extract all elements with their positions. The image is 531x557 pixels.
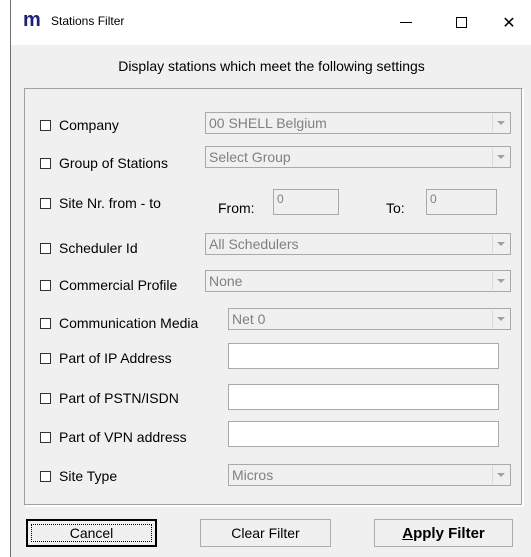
site-type-checkbox[interactable]: [40, 471, 51, 482]
title-bar[interactable]: m Stations Filter ✕: [11, 0, 531, 45]
cancel-button[interactable]: Cancel: [26, 519, 157, 547]
company-checkbox[interactable]: [40, 120, 51, 131]
company-select[interactable]: 00 SHELL Belgium: [205, 112, 511, 134]
commercial-label: Commercial Profile: [59, 277, 178, 293]
site-type-label: Site Type: [59, 468, 118, 484]
ip-label: Part of IP Address: [59, 350, 172, 366]
close-icon: ✕: [502, 14, 516, 32]
communication-select-value: Net 0: [232, 311, 266, 327]
window-title: Stations Filter: [51, 14, 125, 28]
commercial-select-value: None: [209, 273, 243, 289]
clear-filter-button-label: Clear Filter: [231, 525, 300, 541]
group-select[interactable]: Select Group: [205, 146, 511, 168]
apply-filter-button-label: Apply Filter: [402, 525, 485, 542]
filter-row-ip: Part of IP Address: [11, 343, 531, 373]
site-nr-from-value: 0: [277, 192, 284, 206]
commercial-checkbox[interactable]: [40, 280, 51, 291]
apply-filter-button[interactable]: Apply Filter: [374, 519, 513, 547]
maximize-icon: [455, 17, 467, 28]
filter-row-vpn: Part of VPN address: [11, 421, 531, 451]
apply-label-rest: pply Filter: [413, 524, 485, 542]
focus-rectangle: [31, 524, 152, 542]
maximize-button[interactable]: [438, 0, 484, 45]
site-nr-checkbox[interactable]: [40, 198, 51, 209]
vpn-label: Part of VPN address: [59, 429, 187, 445]
scheduler-checkbox[interactable]: [40, 243, 51, 254]
clear-filter-button[interactable]: Clear Filter: [200, 519, 331, 547]
site-type-select[interactable]: Micros: [228, 464, 511, 486]
minimize-icon: [400, 22, 412, 23]
pstn-input[interactable]: [228, 384, 499, 410]
filter-row-company: Company 00 SHELL Belgium: [11, 112, 531, 142]
chevron-down-icon[interactable]: [492, 235, 509, 253]
filter-row-commercial: Commercial Profile None: [11, 270, 531, 300]
filter-row-site-type: Site Type Micros: [11, 464, 531, 494]
site-type-select-value: Micros: [232, 467, 274, 483]
stations-filter-window: m Stations Filter ✕ Display stations whi…: [10, 0, 531, 557]
filter-row-pstn: Part of PSTN/ISDN: [11, 384, 531, 414]
site-nr-from-input[interactable]: 0: [273, 189, 339, 215]
group-label: Group of Stations: [59, 155, 168, 171]
app-logo-icon: m: [23, 9, 41, 31]
ip-checkbox[interactable]: [40, 353, 51, 364]
from-label: From:: [218, 200, 255, 216]
chevron-down-icon[interactable]: [492, 310, 509, 328]
site-nr-to-value: 0: [430, 192, 437, 206]
filter-row-scheduler: Scheduler Id All Schedulers: [11, 233, 531, 263]
company-label: Company: [59, 117, 119, 133]
scheduler-select-value: All Schedulers: [209, 236, 299, 252]
vpn-checkbox[interactable]: [40, 432, 51, 443]
chevron-down-icon[interactable]: [492, 114, 509, 132]
scheduler-label: Scheduler Id: [59, 240, 138, 256]
ip-input[interactable]: [228, 343, 499, 369]
chevron-down-icon[interactable]: [492, 466, 509, 484]
group-checkbox[interactable]: [40, 158, 51, 169]
minimize-button[interactable]: [383, 0, 429, 45]
close-button[interactable]: ✕: [486, 0, 531, 45]
site-nr-label: Site Nr. from - to: [59, 195, 161, 211]
pstn-checkbox[interactable]: [40, 393, 51, 404]
communication-label: Communication Media: [59, 315, 199, 331]
company-select-value: 00 SHELL Belgium: [209, 115, 327, 131]
site-nr-to-input[interactable]: 0: [426, 189, 497, 215]
filter-description: Display stations which meet the followin…: [118, 58, 425, 74]
commercial-select[interactable]: None: [205, 270, 511, 292]
scheduler-select[interactable]: All Schedulers: [205, 233, 511, 255]
apply-accelerator-key: A: [402, 524, 414, 542]
communication-select[interactable]: Net 0: [228, 308, 511, 330]
chevron-down-icon[interactable]: [492, 272, 509, 290]
communication-checkbox[interactable]: [40, 318, 51, 329]
filter-row-site-nr: Site Nr. from - to From: 0 To: 0: [11, 189, 531, 219]
vpn-input[interactable]: [228, 421, 499, 447]
filter-row-group: Group of Stations Select Group: [11, 146, 531, 176]
chevron-down-icon[interactable]: [492, 148, 509, 166]
to-label: To:: [386, 200, 405, 216]
pstn-label: Part of PSTN/ISDN: [59, 390, 179, 406]
group-select-value: Select Group: [209, 149, 291, 165]
filter-row-communication: Communication Media Net 0: [11, 308, 531, 338]
